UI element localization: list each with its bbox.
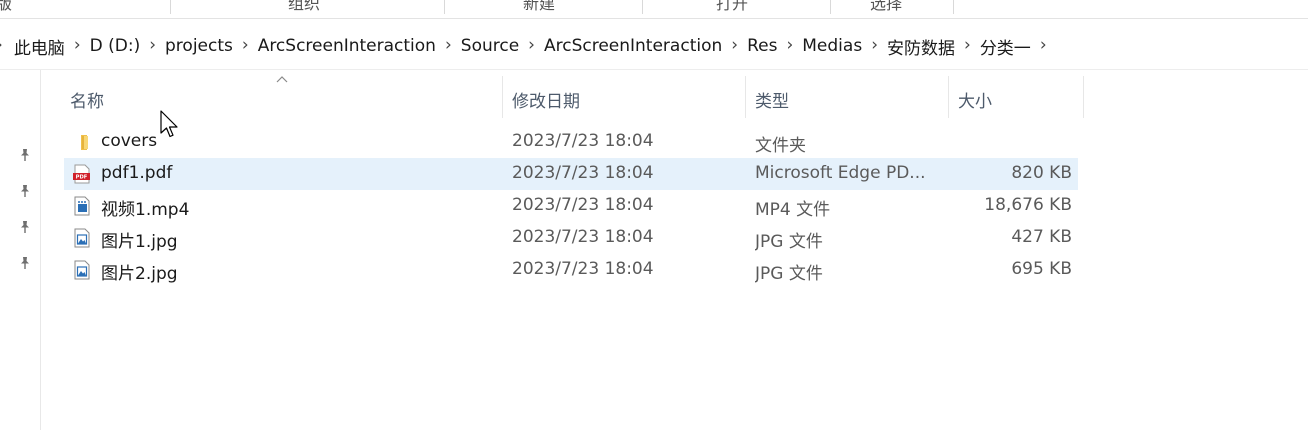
file-name: covers — [101, 131, 158, 151]
ribbon-group-new: 新建 — [523, 0, 556, 13]
pin-icon[interactable] — [18, 220, 32, 234]
ribbon-group-select: 选择 — [870, 0, 903, 13]
column-header-size[interactable]: 大小 — [949, 76, 1083, 118]
file-date: 2023/7/23 18:04 — [512, 227, 654, 247]
breadcrumb: › 此电脑 › D (D:) › projects › ArcScreenInt… — [0, 26, 1308, 66]
file-date: 2023/7/23 18:04 — [512, 131, 654, 151]
file-size: 427 KB — [1011, 227, 1072, 247]
file-row-image1[interactable]: 图片1.jpg 2023/7/23 18:04 JPG 文件 427 KB — [64, 222, 1078, 254]
image-file-icon — [74, 260, 90, 280]
chevron-right-icon[interactable]: › — [0, 35, 13, 55]
file-type: 文件夹 — [755, 136, 806, 156]
ribbon-groups: 版 组织 新建 打开 选择 — [0, 0, 1308, 19]
pin-icon[interactable] — [18, 148, 32, 162]
file-date: 2023/7/23 18:04 — [512, 259, 654, 279]
file-name: 视频1.mp4 — [101, 200, 190, 220]
breadcrumb-source[interactable]: Source — [460, 36, 520, 56]
chevron-right-icon[interactable]: › — [956, 35, 979, 55]
ribbon-separator — [170, 0, 171, 14]
mouse-cursor-icon — [160, 110, 178, 138]
column-header-date[interactable]: 修改日期 — [503, 76, 745, 118]
breadcrumb-res[interactable]: Res — [746, 36, 778, 56]
file-type: Microsoft Edge PD... — [755, 163, 926, 183]
column-header-name-label: 名称 — [70, 92, 104, 112]
file-type: JPG 文件 — [755, 264, 823, 284]
address-divider — [0, 69, 1308, 70]
pdf-icon: PDF — [73, 164, 90, 184]
file-name: pdf1.pdf — [101, 163, 173, 183]
breadcrumb-drive-d[interactable]: D (D:) — [89, 36, 142, 56]
pin-icon[interactable] — [18, 256, 32, 270]
file-type: JPG 文件 — [755, 232, 823, 252]
column-header-date-label: 修改日期 — [512, 92, 580, 112]
ribbon-separator — [642, 0, 643, 14]
file-size: 18,676 KB — [984, 195, 1072, 215]
chevron-right-icon[interactable]: › — [234, 35, 257, 55]
chevron-right-icon[interactable]: › — [1032, 35, 1055, 55]
svg-text:PDF: PDF — [76, 175, 88, 181]
breadcrumb-projects[interactable]: projects — [164, 36, 234, 56]
ribbon-group-open: 打开 — [716, 0, 749, 13]
file-row-covers[interactable]: covers 2023/7/23 18:04 文件夹 — [64, 126, 1078, 158]
column-header-name[interactable]: 名称 — [64, 76, 502, 118]
file-name: 图片1.jpg — [101, 232, 178, 252]
file-date: 2023/7/23 18:04 — [512, 195, 654, 215]
breadcrumb-security-data[interactable]: 安防数据 — [886, 34, 956, 59]
ribbon-separator — [830, 0, 831, 14]
file-row-pdf1[interactable]: PDF pdf1.pdf 2023/7/23 18:04 Microsoft E… — [64, 158, 1078, 190]
file-row-video1[interactable]: 视频1.mp4 2023/7/23 18:04 MP4 文件 18,676 KB — [64, 190, 1078, 222]
file-type: MP4 文件 — [755, 200, 831, 220]
pin-icon[interactable] — [18, 184, 32, 198]
column-divider[interactable] — [1083, 76, 1084, 118]
breadcrumb-this-pc[interactable]: 此电脑 — [13, 34, 66, 59]
file-row-image2[interactable]: 图片2.jpg 2023/7/23 18:04 JPG 文件 695 KB — [64, 254, 1078, 286]
file-size: 820 KB — [1011, 163, 1072, 183]
file-size: 695 KB — [1011, 259, 1072, 279]
breadcrumb-arcscreeninteraction[interactable]: ArcScreenInteraction — [257, 36, 437, 56]
ribbon-group-organize: 组织 — [288, 0, 321, 13]
column-header-size-label: 大小 — [958, 92, 992, 112]
chevron-right-icon[interactable]: › — [863, 35, 886, 55]
chevron-right-icon[interactable]: › — [723, 35, 746, 55]
chevron-right-icon[interactable]: › — [778, 35, 801, 55]
file-explorer-window: 版 组织 新建 打开 选择 › 此电脑 › D (D:) › projects … — [0, 0, 1308, 430]
chevron-right-icon[interactable]: › — [520, 35, 543, 55]
column-header-type[interactable]: 类型 — [746, 76, 948, 118]
breadcrumb-medias[interactable]: Medias — [801, 36, 863, 56]
navigation-pane[interactable] — [0, 70, 41, 430]
column-header-type-label: 类型 — [755, 92, 789, 112]
folder-icon — [81, 135, 88, 150]
image-file-icon — [74, 228, 90, 248]
ribbon-separator — [444, 0, 445, 14]
ribbon-group-label: 版 — [0, 0, 12, 14]
breadcrumb-arcscreeninteraction-2[interactable]: ArcScreenInteraction — [543, 36, 723, 56]
file-name: 图片2.jpg — [101, 264, 178, 284]
chevron-right-icon[interactable]: › — [141, 35, 164, 55]
chevron-right-icon[interactable]: › — [437, 35, 460, 55]
breadcrumb-category-one[interactable]: 分类一 — [979, 34, 1032, 59]
file-date: 2023/7/23 18:04 — [512, 163, 654, 183]
chevron-right-icon[interactable]: › — [66, 35, 89, 55]
ribbon-separator — [953, 0, 954, 14]
video-file-icon — [74, 196, 90, 216]
